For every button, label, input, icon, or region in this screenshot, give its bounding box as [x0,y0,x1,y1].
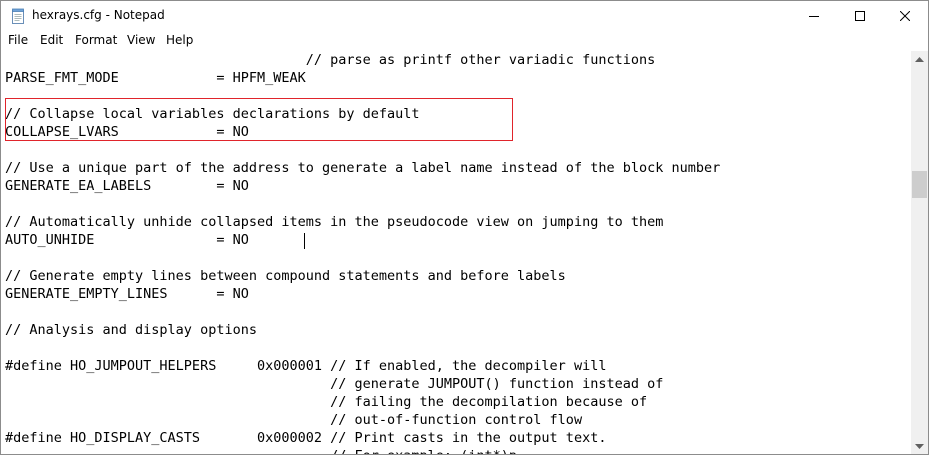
minimize-button[interactable] [791,1,837,31]
title-bar[interactable]: hexrays.cfg - Notepad [1,1,928,31]
text-line: // parse as printf other variadic functi… [5,52,656,68]
menu-bar: File Edit Format View Help [1,31,928,51]
maximize-icon [855,11,865,21]
notepad-window: hexrays.cfg - Notepad File Edit Format V… [0,0,929,455]
text-line: #define HO_JUMPOUT_HELPERS 0x000001 // I… [5,358,607,374]
text-line: #define HO_DISPLAY_CASTS 0x000002 // Pri… [5,430,607,446]
menu-format[interactable]: Format [75,33,117,47]
scroll-thumb[interactable] [912,171,927,198]
text-line: GENERATE_EA_LABELS = NO [5,178,249,194]
scroll-up-button[interactable] [911,51,928,68]
text-caret [304,233,305,249]
text-line: // Analysis and display options [5,322,257,338]
text-editor[interactable]: // parse as printf other variadic functi… [1,51,911,454]
scroll-down-arrow-icon [915,443,924,449]
menu-help[interactable]: Help [166,33,193,47]
text-line: // out-of-function control flow [5,412,583,428]
text-line: // For example: (int*)p [5,447,517,454]
scroll-up-arrow-icon [915,56,924,62]
text-line: AUTO_UNHIDE = NO [5,232,249,248]
text-line: // Use a unique part of the address to g… [5,160,721,176]
text-line: // Automatically unhide collapsed items … [5,214,664,230]
menu-view[interactable]: View [127,33,155,47]
text-line: // failing the decompilation because of [5,394,648,410]
scroll-down-button[interactable] [911,438,928,454]
highlight-box [5,98,513,141]
text-line: PARSE_FMT_MODE = HPFM_WEAK [5,70,306,86]
window-title: hexrays.cfg - Notepad [32,8,165,22]
maximize-button[interactable] [837,1,883,31]
notepad-app-icon [10,8,26,24]
vertical-scrollbar[interactable] [911,51,928,454]
close-icon [900,11,910,21]
text-line: GENERATE_EMPTY_LINES = NO [5,286,249,302]
close-button[interactable] [882,1,928,31]
text-line: // generate JUMPOUT() function instead o… [5,376,664,392]
menu-edit[interactable]: Edit [40,33,63,47]
minimize-icon [809,16,819,17]
text-line: // Generate empty lines between compound… [5,268,566,284]
menu-file[interactable]: File [8,33,28,47]
